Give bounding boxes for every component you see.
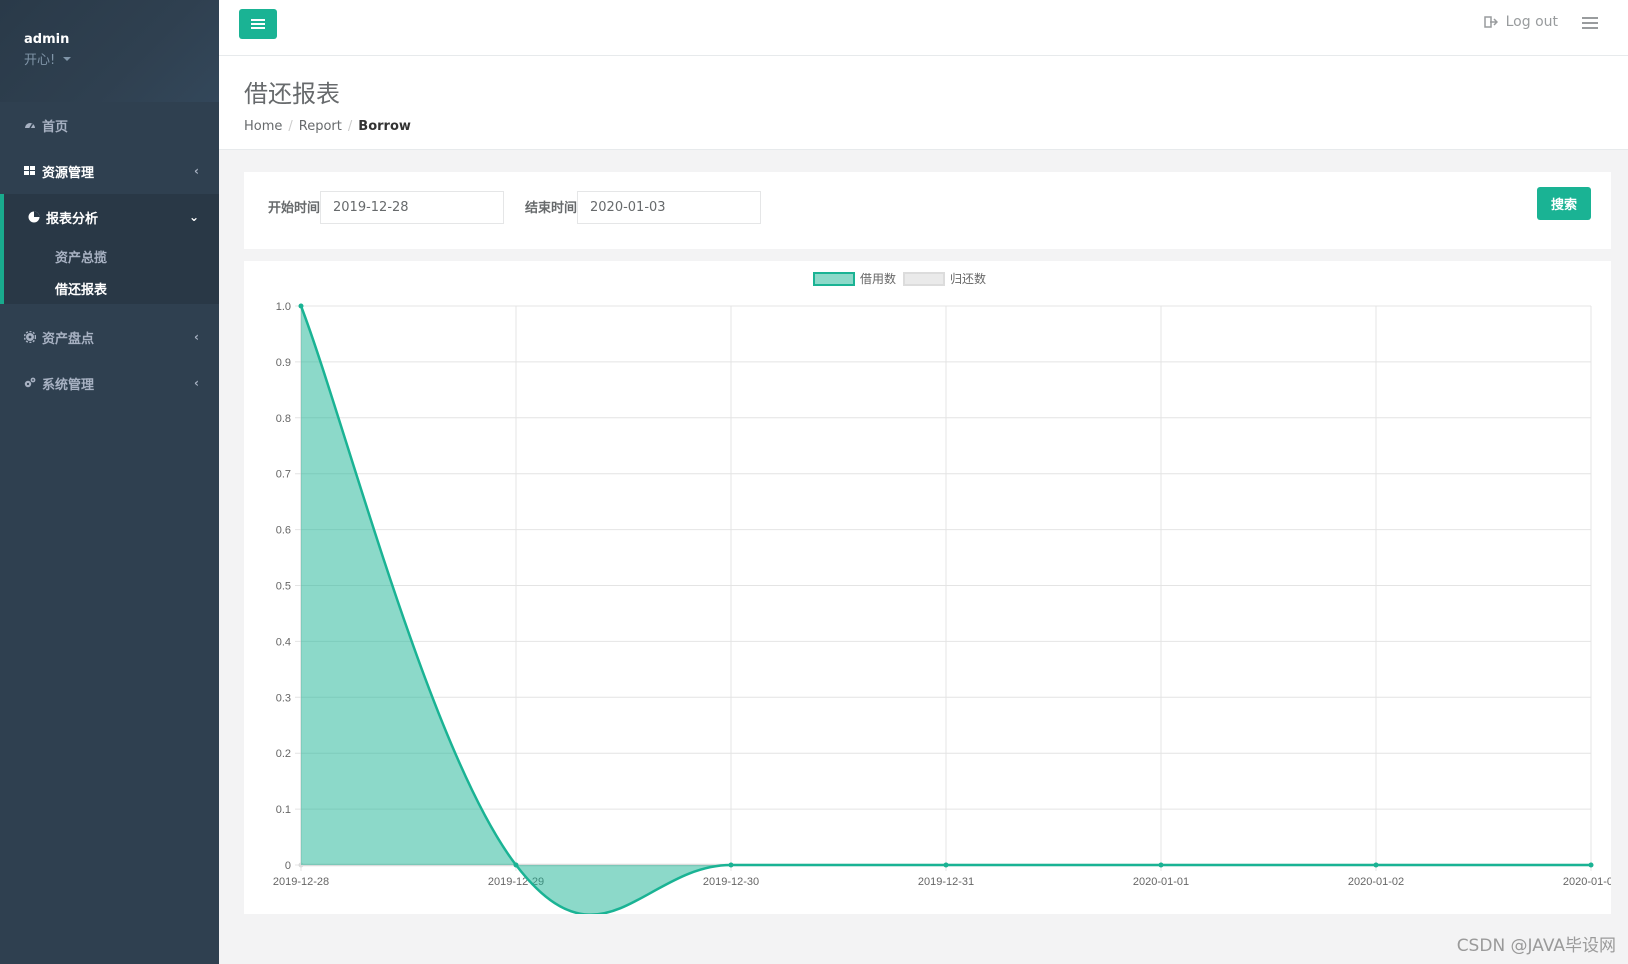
page-heading: 借还报表 Home / Report / Borrow bbox=[219, 56, 1628, 150]
x-tick-label: 2020-01-03 bbox=[1563, 876, 1611, 888]
menu-toggle-button[interactable] bbox=[239, 9, 277, 39]
chevron-down-icon: ⌄ bbox=[188, 210, 199, 224]
start-time-input[interactable]: 2019-12-28 bbox=[320, 191, 504, 224]
sidebar-subitem-label: 借还报表 bbox=[55, 282, 108, 298]
sidebar-item-label: 报表分析 bbox=[46, 211, 99, 227]
x-tick-label: 2019-12-31 bbox=[918, 876, 974, 888]
sidebar-item-label: 资产盘点 bbox=[42, 331, 95, 347]
start-time-label: 开始时间 bbox=[268, 201, 321, 216]
y-tick-label: 0.4 bbox=[276, 636, 291, 648]
sidebar-item-reports[interactable]: 报表分析 ⌄ bbox=[4, 194, 219, 240]
profile: admin 开心! bbox=[0, 0, 219, 102]
borrow-return-chart: 0 0.1 0.2 0.3 0.4 0.5 0.6 0.7 0.8 0.9 1.0 2019-12-2… bbox=[273, 271, 1611, 914]
data-point bbox=[728, 862, 734, 868]
breadcrumb-home[interactable]: Home bbox=[244, 119, 282, 134]
breadcrumb-separator: / bbox=[288, 119, 293, 134]
data-point bbox=[1588, 862, 1594, 868]
data-point bbox=[513, 862, 519, 868]
profile-status-text: 开心! bbox=[24, 53, 56, 68]
page-title: 借还报表 bbox=[244, 80, 340, 108]
list-tasks-icon[interactable] bbox=[1582, 16, 1598, 30]
profile-name: admin bbox=[24, 32, 70, 47]
y-tick-label: 0.2 bbox=[276, 748, 291, 760]
topbar: Log out bbox=[219, 0, 1628, 56]
data-point bbox=[298, 303, 304, 309]
profile-status-dropdown[interactable]: 开心! bbox=[24, 49, 219, 68]
logout-link[interactable]: Log out bbox=[1483, 14, 1558, 30]
breadcrumb-report[interactable]: Report bbox=[299, 119, 342, 134]
legend-label: 归还数 bbox=[950, 271, 986, 286]
logout-label: Log out bbox=[1505, 14, 1558, 30]
x-tick-label: 2019-12-28 bbox=[273, 876, 329, 888]
sidebar-subitem-borrow-report[interactable]: 借还报表 bbox=[4, 272, 219, 304]
pie-chart-icon bbox=[28, 211, 40, 223]
y-tick-label: 0.9 bbox=[276, 357, 291, 369]
sidebar-subitem-label: 资产总揽 bbox=[55, 250, 108, 266]
y-tick-label: 1.0 bbox=[276, 301, 291, 313]
breadcrumb-separator: / bbox=[347, 119, 353, 134]
search-panel: 开始时间 2019-12-28 结束时间 2020-01-03 搜索 bbox=[244, 172, 1611, 249]
y-tick-label: 0.8 bbox=[276, 413, 291, 425]
data-point bbox=[1373, 862, 1379, 868]
chevron-left-icon: ‹ bbox=[194, 330, 199, 344]
chevron-left-icon: ‹ bbox=[194, 376, 199, 390]
y-tick-label: 0 bbox=[285, 860, 291, 872]
sidebar-item-label: 首页 bbox=[42, 119, 69, 135]
search-button[interactable]: 搜索 bbox=[1537, 187, 1591, 220]
hamburger-icon bbox=[251, 19, 265, 29]
sign-out-icon bbox=[1483, 16, 1498, 28]
end-time-input[interactable]: 2020-01-03 bbox=[577, 191, 761, 224]
sidebar-item-resources[interactable]: 资源管理 ‹ bbox=[0, 148, 219, 194]
x-tick-label: 2020-01-02 bbox=[1348, 876, 1404, 888]
legend-swatch bbox=[903, 272, 945, 286]
y-tick-label: 0.3 bbox=[276, 692, 291, 704]
dashboard-icon bbox=[25, 123, 35, 129]
x-tick-label: 2019-12-30 bbox=[703, 876, 759, 888]
chart-panel: 0 0.1 0.2 0.3 0.4 0.5 0.6 0.7 0.8 0.9 1.0 2019-12-2… bbox=[244, 261, 1611, 914]
legend-swatch bbox=[813, 272, 855, 286]
y-tick-label: 0.7 bbox=[276, 469, 291, 481]
sidebar-item-inventory[interactable]: 资产盘点 ‹ bbox=[0, 314, 219, 360]
watermark: CSDN @JAVA毕设网 bbox=[1456, 936, 1616, 956]
sidebar-item-system[interactable]: 系统管理 ‹ bbox=[0, 360, 219, 406]
caret-down-icon bbox=[63, 56, 72, 61]
y-tick-label: 0.6 bbox=[276, 525, 291, 537]
y-tick-label: 0.5 bbox=[276, 581, 291, 593]
sidebar-item-label: 系统管理 bbox=[42, 377, 95, 393]
sidebar-subitem-asset-overview[interactable]: 资产总揽 bbox=[4, 240, 219, 272]
sidebar-item-label: 资源管理 bbox=[42, 165, 95, 181]
legend-label: 借用数 bbox=[860, 271, 896, 286]
sidebar-group-reports: 报表分析 ⌄ 资产总揽 借还报表 bbox=[0, 194, 219, 304]
data-point bbox=[943, 862, 949, 868]
sidebar-item-home[interactable]: 首页 bbox=[0, 102, 219, 148]
x-tick-label: 2020-01-01 bbox=[1133, 876, 1189, 888]
breadcrumb-current: Borrow bbox=[358, 119, 411, 134]
y-tick-label: 0.1 bbox=[276, 804, 291, 816]
end-time-label: 结束时间 bbox=[525, 201, 578, 216]
gear-icon bbox=[24, 331, 36, 343]
grid-icon bbox=[24, 166, 35, 175]
chevron-left-icon: ‹ bbox=[194, 164, 199, 178]
data-point bbox=[1158, 862, 1164, 868]
cogs-icon bbox=[24, 377, 36, 388]
breadcrumb: Home / Report / Borrow bbox=[244, 119, 1628, 134]
sidebar: admin 开心! 首页 资源管理 ‹ 报表分析 ⌄ 资产总揽 借还报表 资产盘… bbox=[0, 0, 219, 964]
